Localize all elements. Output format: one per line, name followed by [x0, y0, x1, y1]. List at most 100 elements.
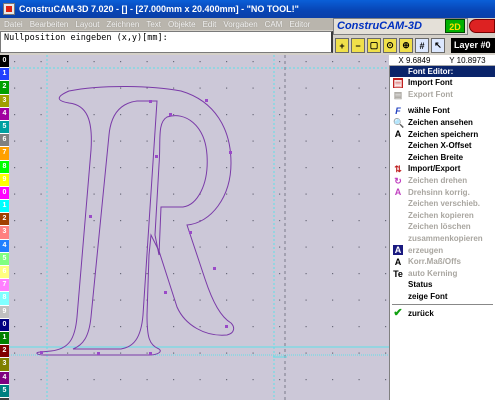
menu-generate[interactable]: A erzeugen — [390, 244, 495, 256]
zoom-in-icon[interactable]: + — [335, 38, 349, 53]
layer-swatch[interactable]: 3 — [0, 358, 9, 372]
coordinate-readout: X 9.6849 Y 10.8973 — [389, 55, 495, 66]
menu-layout[interactable]: Layout — [75, 20, 99, 29]
close-button[interactable] — [469, 19, 495, 33]
menu-bar: Datei Bearbeiten Layout Zeichnen Text Ob… — [0, 18, 333, 30]
menu-import-font[interactable]: ▤ Import Font — [390, 77, 495, 89]
layer-swatch[interactable]: 7 — [0, 279, 9, 293]
zoom-window-icon[interactable]: ▢ — [367, 38, 381, 53]
layer-swatch[interactable]: 2 — [0, 345, 9, 359]
command-input[interactable]: Nullposition eingeben (x,y)[mm]: — [0, 31, 333, 53]
generate-icon: A — [393, 245, 403, 256]
menu-label: Zeichen speichern — [408, 129, 479, 139]
menu-label: Import/Export — [408, 164, 461, 174]
grid-icon[interactable]: # — [415, 38, 429, 53]
import-export-icon: ⇅ — [394, 164, 402, 175]
brand-logo: ConstruCAM-3D — [337, 20, 422, 32]
menu-datei[interactable]: Datei — [4, 20, 23, 29]
layer-swatch[interactable]: 1 — [0, 331, 9, 346]
menu-label: wähle Font — [408, 106, 450, 116]
layer-swatch[interactable]: 6 — [0, 134, 9, 148]
layer-swatch[interactable]: 7 — [0, 147, 9, 161]
correction-icon: A — [394, 256, 402, 267]
layer-swatch[interactable]: 4 — [0, 107, 9, 121]
zoom-all-icon[interactable]: ⊙ — [383, 38, 397, 53]
mode-2d-button[interactable]: 2D — [445, 19, 465, 33]
menu-editor[interactable]: Editor — [289, 20, 310, 29]
menu-zeichnen[interactable]: Zeichnen — [106, 20, 139, 29]
layer-swatch[interactable]: 9 — [0, 305, 9, 319]
menu-char-width[interactable]: Zeichen Breite — [390, 152, 495, 164]
menu-objekte[interactable]: Objekte — [168, 20, 196, 29]
menu-label: Export Font — [408, 89, 453, 99]
layer-swatch[interactable]: 5 — [0, 120, 9, 135]
layer-swatch[interactable]: 1 — [0, 68, 9, 82]
layer-swatch[interactable]: 5 — [0, 252, 9, 266]
layer-swatch[interactable]: 5 — [0, 384, 9, 398]
menu-label: Korr.Maß/Offs — [408, 257, 461, 267]
menu-copy-char[interactable]: Zeichen kopieren — [390, 210, 495, 222]
menu-save-char[interactable]: A Zeichen speichern — [390, 128, 495, 140]
layer-swatch[interactable]: 4 — [0, 371, 9, 385]
layer-swatch[interactable]: 8 — [0, 292, 9, 306]
menu-label: Status — [408, 280, 433, 290]
menu-direction[interactable]: A Drehsinn korrig. — [390, 186, 495, 198]
menu-label: zeige Font — [408, 291, 448, 301]
layer-swatch[interactable]: 4 — [0, 239, 9, 253]
coord-y: Y 10.8973 — [449, 55, 486, 65]
layer-swatch[interactable]: 3 — [0, 226, 9, 240]
menu-import-export[interactable]: ⇅ Import/Export — [390, 163, 495, 175]
menu-separator — [392, 304, 493, 306]
menu-merge-copy[interactable]: zusammenkopieren — [390, 233, 495, 245]
menu-delete-char[interactable]: Zeichen löschen — [390, 221, 495, 233]
menu-char-x-offset[interactable]: Zeichen X-Offset — [390, 140, 495, 152]
menu-label: Zeichen drehen — [408, 176, 468, 186]
menu-label: Zeichen ansehen — [408, 118, 473, 128]
menu-label: Zeichen kopieren — [408, 210, 474, 220]
layer-swatch[interactable]: 9 — [0, 173, 9, 187]
menu-text[interactable]: Text — [146, 20, 161, 29]
menu-view-char[interactable]: 🔍 Zeichen ansehen — [390, 117, 495, 129]
grid-dots — [9, 55, 389, 400]
layer-swatch[interactable]: 2 — [0, 213, 9, 227]
menu-edit[interactable]: Edit — [203, 20, 217, 29]
layer-swatch[interactable]: 0 — [0, 318, 9, 332]
menu-correction[interactable]: A Korr.Maß/Offs — [390, 256, 495, 268]
layer-swatch[interactable]: 8 — [0, 160, 9, 174]
menu-back[interactable]: ✔ zurück — [390, 307, 495, 319]
view-char-icon: 🔍 — [393, 117, 405, 128]
layer-selector[interactable]: Layer #0 — [451, 38, 495, 53]
menu-bearbeiten[interactable]: Bearbeiten — [30, 20, 69, 29]
select-icon[interactable]: ↖ — [431, 38, 445, 53]
menu-export-font[interactable]: ▤ Export Font — [390, 89, 495, 101]
menu-move-char[interactable]: Zeichen verschieb. — [390, 198, 495, 210]
rotate-char-icon: ↻ — [394, 175, 402, 186]
layer-swatch[interactable]: 1 — [0, 200, 9, 214]
kerning-icon: Te — [393, 268, 403, 279]
menu-auto-kerning[interactable]: Te auto Kerning — [390, 268, 495, 280]
layer-swatch[interactable]: 0 — [0, 186, 9, 201]
menu-vorgaben[interactable]: Vorgaben — [223, 20, 257, 29]
layer-swatch[interactable]: 2 — [0, 81, 9, 95]
menu-status[interactable]: Status — [390, 279, 495, 291]
menu-cam[interactable]: CAM — [265, 20, 283, 29]
app-icon[interactable] — [3, 3, 15, 15]
title-bar: ConstruCAM-3D 7.020 - [] - [27.000mm x 2… — [0, 0, 495, 18]
window-title: ConstruCAM-3D 7.020 - [] - [27.000mm x 2… — [19, 4, 299, 14]
drawing-svg — [9, 55, 389, 400]
menu-label: zusammenkopieren — [408, 234, 483, 244]
zoom-out-icon[interactable]: − — [351, 38, 365, 53]
menu-rotate-char[interactable]: ↻ Zeichen drehen — [390, 175, 495, 187]
layer-color-strip: 012345678901234567890123456 — [0, 55, 9, 400]
layer-swatch[interactable]: 3 — [0, 94, 9, 108]
menu-show-font[interactable]: zeige Font — [390, 291, 495, 303]
menu-label: Zeichen Breite — [408, 152, 464, 162]
menu-label: erzeugen — [408, 245, 444, 255]
layer-swatch[interactable]: 6 — [0, 266, 9, 280]
menu-label: Zeichen verschieb. — [408, 199, 481, 209]
drawing-canvas[interactable] — [9, 55, 389, 400]
menu-choose-font[interactable]: F wähle Font — [390, 105, 495, 117]
menu-label: Drehsinn korrig. — [408, 187, 470, 197]
zoom-fit-icon[interactable]: ⊕ — [399, 38, 413, 53]
layer-swatch[interactable]: 0 — [0, 55, 9, 69]
